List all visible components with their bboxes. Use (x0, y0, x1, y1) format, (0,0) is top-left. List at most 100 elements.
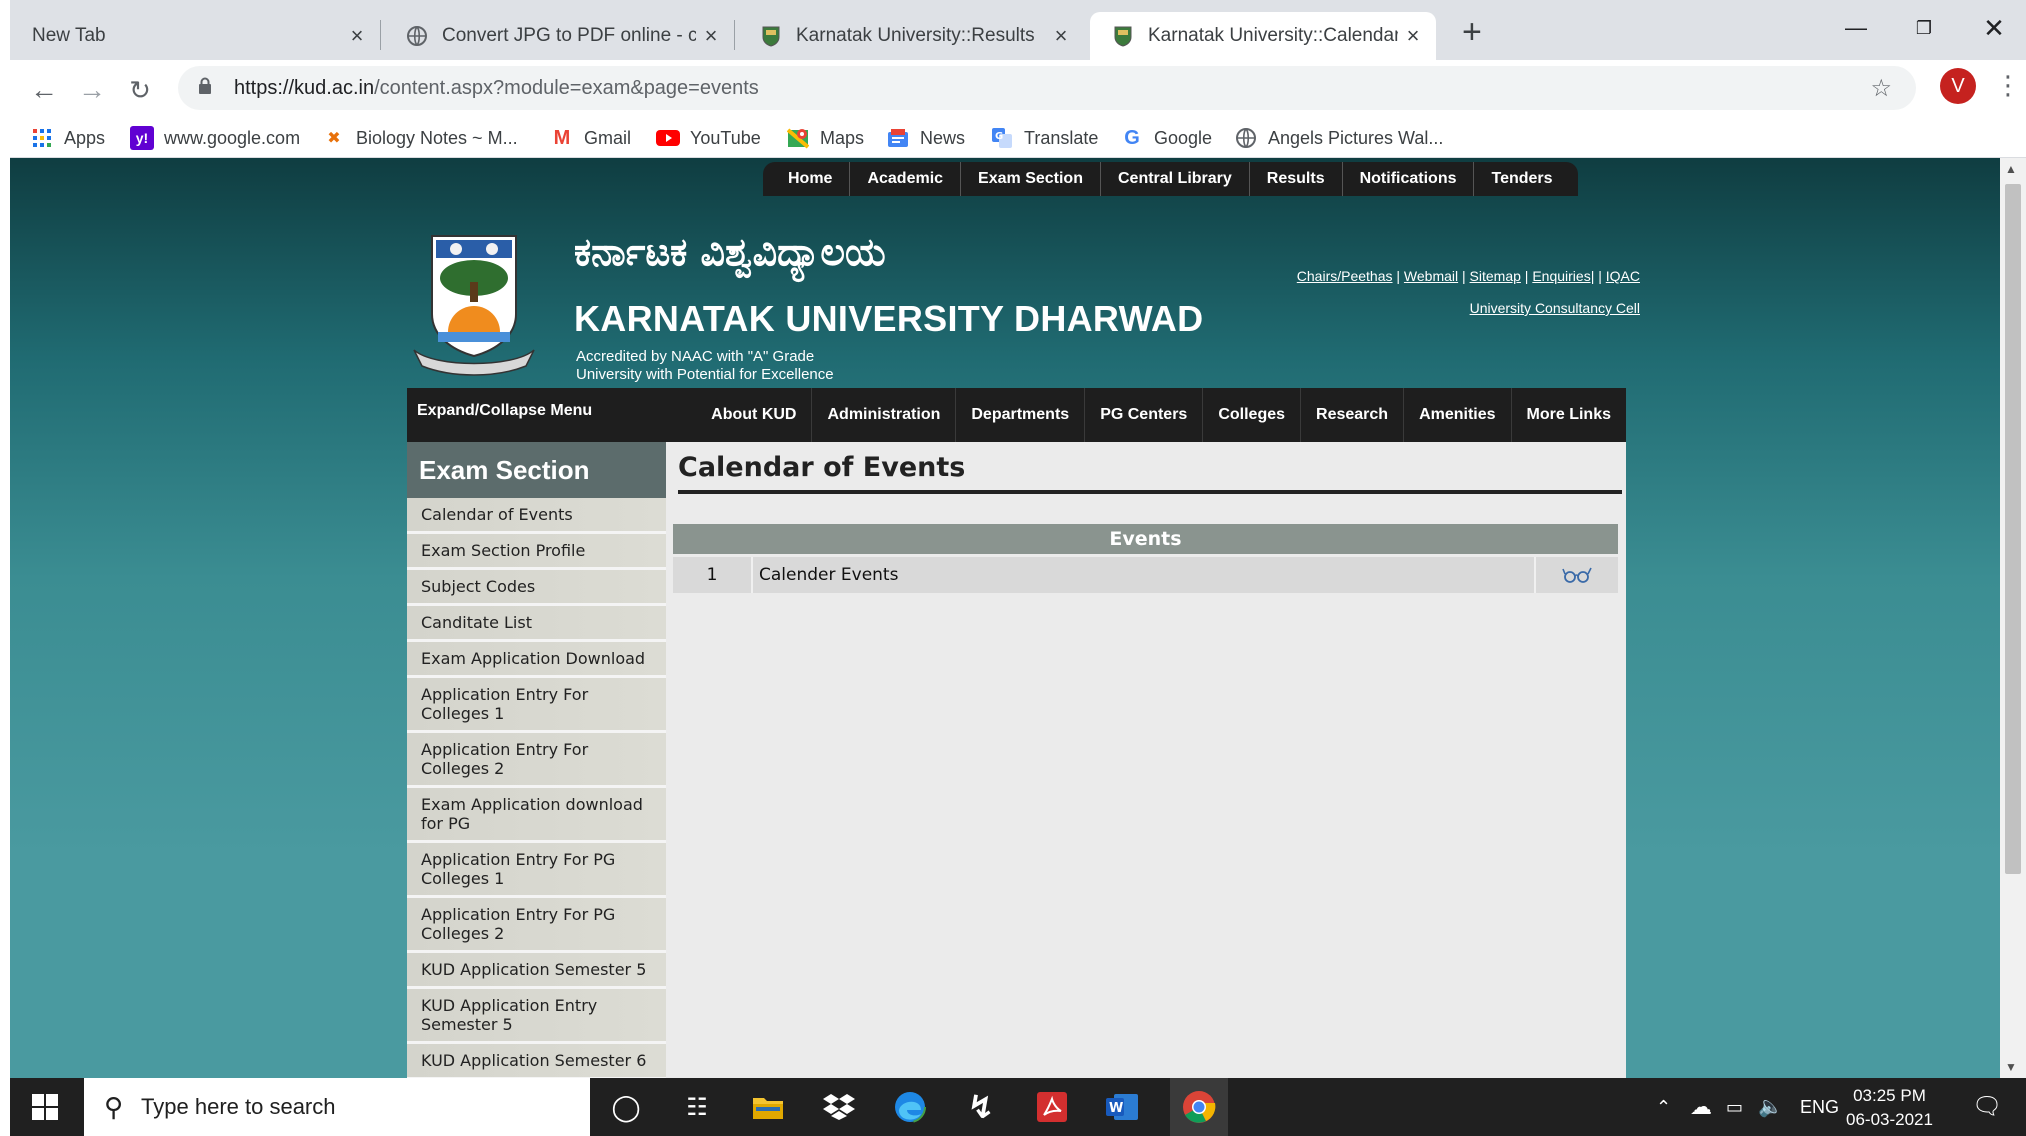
taskbar-clock[interactable]: 03:25 PM 06-03-2021 (1846, 1084, 1933, 1132)
volume-icon[interactable]: 🔈 (1758, 1078, 1783, 1136)
bookmark-google-com[interactable]: y! www.google.com (130, 118, 300, 158)
windows-taskbar: ⚲ Type here to search ◯ ☷ ↯ W ⌃ ☁ ▭ 🔈 EN… (10, 1078, 2026, 1136)
chrome-icon[interactable] (1170, 1078, 1228, 1136)
url-host: https://kud.ac.in (234, 76, 375, 99)
bookmark-biology-notes[interactable]: ✖ Biology Notes ~ M... (322, 118, 517, 158)
tab-kud-calendar[interactable]: Karnatak University::Calendar of E × (1090, 12, 1436, 60)
svg-text:G: G (995, 131, 1003, 142)
lock-icon (198, 77, 216, 100)
view-glasses-icon[interactable] (1536, 557, 1618, 593)
chevron-up-icon[interactable]: ⌃ (1656, 1078, 1671, 1136)
taskbar-search[interactable]: ⚲ Type here to search (84, 1078, 590, 1136)
link-webmail[interactable]: Webmail (1404, 268, 1458, 284)
tab-kud-results[interactable]: Karnatak University::Results × (738, 12, 1084, 60)
close-window-icon[interactable]: ✕ (1964, 8, 2024, 48)
battery-icon[interactable]: ▭ (1726, 1078, 1743, 1136)
content-area: Exam Section Calendar of Events Exam Sec… (407, 442, 1626, 1078)
top-nav-home[interactable]: Home (771, 162, 851, 196)
nav-amenities[interactable]: Amenities (1403, 388, 1510, 442)
reload-icon[interactable]: ↻ (120, 70, 160, 110)
nav-colleges[interactable]: Colleges (1202, 388, 1300, 442)
bookmark-youtube[interactable]: YouTube (656, 118, 761, 158)
tab-convert-jpg[interactable]: Convert JPG to PDF online - conv × (384, 12, 734, 60)
close-icon[interactable]: × (342, 23, 372, 49)
edge-icon[interactable] (889, 1087, 931, 1127)
new-tab-button[interactable]: + (1462, 12, 1482, 52)
tab-title: Karnatak University::Results (796, 25, 1035, 46)
sidebar-item-kud-application-sem-6[interactable]: KUD Application Semester 6 (407, 1044, 666, 1078)
scroll-down-icon[interactable]: ▼ (2005, 1060, 2017, 1074)
bookmark-apps[interactable]: Apps (30, 118, 105, 158)
sidebar-item-application-entry-colleges-2[interactable]: Application Entry For Colleges 2 (407, 733, 666, 788)
link-chairs-peethas[interactable]: Chairs/Peethas (1297, 268, 1393, 284)
sidebar-item-kud-application-entry-sem-5[interactable]: KUD Application Entry Semester 5 (407, 989, 666, 1044)
word-icon[interactable]: W (1102, 1087, 1144, 1127)
top-nav-tenders[interactable]: Tenders (1474, 162, 1569, 196)
bookmark-news[interactable]: News (886, 118, 965, 158)
bookmarks-bar: Apps y! www.google.com ✖ Biology Notes ~… (10, 118, 2026, 158)
bookmark-star-icon[interactable]: ☆ (1870, 74, 1892, 103)
sidebar-item-application-entry-pg-colleges-1[interactable]: Application Entry For PG Colleges 1 (407, 843, 666, 898)
address-bar[interactable]: https://kud.ac.in/content.aspx?module=ex… (178, 66, 1916, 110)
sidebar-item-exam-application-download-pg[interactable]: Exam Application download for PG (407, 788, 666, 843)
forward-icon[interactable]: → (72, 70, 112, 110)
language-indicator[interactable]: ENG (1800, 1078, 1839, 1136)
tab-new-tab[interactable]: New Tab × (10, 12, 380, 60)
bookmark-translate[interactable]: G Translate (990, 118, 1098, 158)
event-number: 1 (673, 557, 753, 593)
sidebar-item-canditate-list[interactable]: Canditate List (407, 606, 666, 642)
profile-avatar[interactable]: V (1940, 68, 1976, 104)
link-sitemap[interactable]: Sitemap (1470, 268, 1521, 284)
nav-administration[interactable]: Administration (811, 388, 955, 442)
back-icon[interactable]: ← (24, 70, 64, 110)
nav-research[interactable]: Research (1300, 388, 1403, 442)
link-enquiries[interactable]: Enquiries| (1532, 268, 1594, 284)
top-nav-results[interactable]: Results (1250, 162, 1343, 196)
bookmark-google[interactable]: G Google (1120, 118, 1212, 158)
dropbox-icon[interactable] (818, 1087, 860, 1127)
restore-icon[interactable]: ❐ (1894, 8, 1954, 48)
link-iqac[interactable]: IQAC (1606, 268, 1640, 284)
bookmark-angels-pictures[interactable]: Angels Pictures Wal... (1234, 118, 1443, 158)
nav-more-links[interactable]: More Links (1510, 388, 1626, 442)
task-view-icon[interactable]: ☷ (676, 1087, 718, 1127)
sidebar-item-kud-application-sem-5[interactable]: KUD Application Semester 5 (407, 953, 666, 989)
scrollbar-thumb[interactable] (2005, 184, 2021, 874)
cortana-icon[interactable]: ◯ (605, 1087, 647, 1127)
nav-departments[interactable]: Departments (955, 388, 1084, 442)
bookmark-label: YouTube (690, 127, 761, 148)
link-consultancy-cell[interactable]: University Consultancy Cell (1470, 300, 1640, 316)
close-icon[interactable]: × (696, 23, 726, 49)
minimize-icon[interactable]: — (1826, 8, 1886, 48)
sidebar-item-exam-application-download[interactable]: Exam Application Download (407, 642, 666, 678)
bookmark-label: Maps (820, 127, 865, 148)
sidebar-item-exam-section-profile[interactable]: Exam Section Profile (407, 534, 666, 570)
lightning-app-icon[interactable]: ↯ (960, 1087, 1002, 1127)
bookmark-gmail[interactable]: M Gmail (550, 118, 631, 158)
onedrive-icon[interactable]: ☁ (1690, 1078, 1712, 1136)
top-nav-exam-section[interactable]: Exam Section (961, 162, 1101, 196)
google-icon: G (1124, 126, 1140, 149)
menu-icon[interactable]: ⋮ (1995, 70, 2021, 101)
windows-start-icon[interactable] (32, 1094, 58, 1120)
notification-center-icon[interactable]: 🗨 (1972, 1078, 2002, 1136)
expand-collapse-menu[interactable]: Expand/Collapse Menu (407, 402, 674, 420)
sidebar-item-application-entry-pg-colleges-2[interactable]: Application Entry For PG Colleges 2 (407, 898, 666, 953)
nav-about-kud[interactable]: About KUD (696, 388, 811, 442)
sidebar-item-subject-codes[interactable]: Subject Codes (407, 570, 666, 606)
page-viewport: Home Academic Exam Section Central Libra… (10, 158, 2000, 1078)
university-logo[interactable] (408, 232, 540, 382)
top-nav-notifications[interactable]: Notifications (1343, 162, 1475, 196)
close-icon[interactable]: × (1046, 23, 1076, 49)
file-explorer-icon[interactable] (747, 1087, 789, 1127)
adobe-acrobat-icon[interactable] (1031, 1087, 1073, 1127)
close-icon[interactable]: × (1398, 23, 1428, 49)
sidebar-item-application-entry-colleges-1[interactable]: Application Entry For Colleges 1 (407, 678, 666, 733)
scroll-up-icon[interactable]: ▲ (2005, 162, 2017, 176)
top-nav-central-library[interactable]: Central Library (1101, 162, 1250, 196)
bookmark-maps[interactable]: Maps (786, 118, 864, 158)
top-nav-academic[interactable]: Academic (850, 162, 962, 196)
sidebar-item-calendar-of-events[interactable]: Calendar of Events (407, 498, 666, 534)
university-crest-icon (1112, 25, 1134, 47)
nav-pg-centers[interactable]: PG Centers (1084, 388, 1202, 442)
